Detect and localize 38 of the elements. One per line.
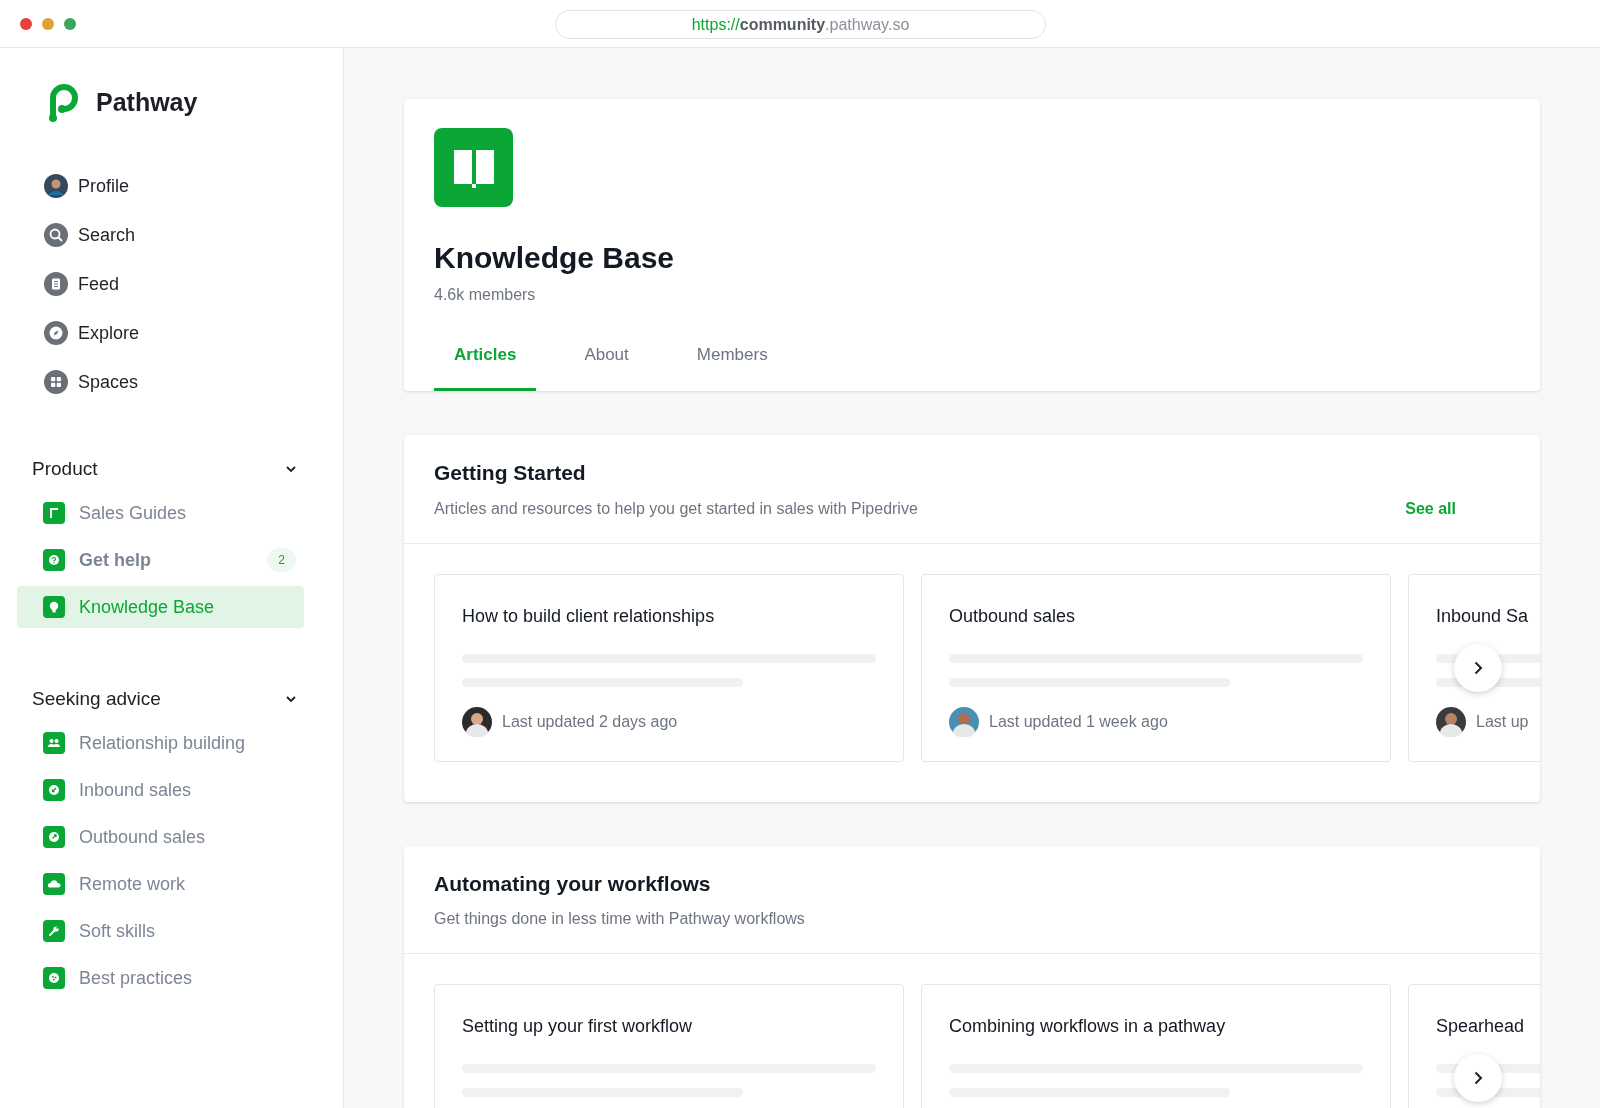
section-title: Automating your workflows (434, 870, 712, 897)
section-subtitle: Get things done in less time with Pathway workflows (434, 909, 805, 929)
section-title: Getting Started (434, 460, 587, 486)
nav-item[interactable]: Search (44, 223, 136, 247)
sidebar-item[interactable]: Relationship building (17, 722, 304, 764)
article-title: Spearhead (1436, 1015, 1526, 1038)
updated-text: Last updated 1 week ago (989, 711, 1168, 732)
brand-name: Pathway (96, 87, 198, 119)
space-title: Knowledge Base (434, 240, 676, 276)
sidebar-item[interactable]: Get help 2 (17, 539, 304, 581)
updated-text: Last up (1476, 711, 1529, 732)
sidebar-item[interactable]: Sales Guides (17, 492, 304, 534)
article-card[interactable]: Combining workflows in a pathway (921, 984, 1391, 1108)
nav-item[interactable]: Spaces (44, 370, 139, 394)
sidebar-item[interactable]: Outbound sales (17, 816, 304, 858)
nav-item[interactable]: Explore (44, 321, 140, 345)
sidebar-item[interactable]: Inbound sales (17, 769, 304, 811)
sidebar-item[interactable]: Best practices (17, 957, 304, 999)
nav-item[interactable]: Profile (44, 174, 130, 198)
article-title: Setting up your first workflow (462, 1015, 694, 1038)
article-card[interactable]: How to build client relationships Last updated 2 days ago (434, 573, 904, 762)
group-header[interactable]: Product (0, 455, 343, 483)
article-title: Combining workflows in a pathway (949, 1015, 1227, 1038)
nav-item[interactable]: Feed (44, 272, 120, 296)
article-title: Inbound Sa (1436, 604, 1530, 628)
count-badge: 2 (267, 548, 296, 572)
article-card[interactable]: Setting up your first workflow (434, 984, 904, 1108)
sidebar-item[interactable]: Remote work (17, 863, 304, 905)
updated-text: Last updated 2 days ago (502, 711, 678, 732)
sidebar-item[interactable]: Soft skills (17, 910, 304, 952)
group-header[interactable]: Seeking advice (0, 685, 343, 713)
tab[interactable]: Members (676, 321, 788, 391)
article-title: Outbound sales (949, 604, 1077, 628)
article-title: How to build client relationships (462, 604, 716, 628)
tab[interactable]: About (564, 321, 649, 391)
member-count: 4.6k members (434, 284, 537, 305)
article-card[interactable]: Outbound sales Last updated 1 week ago (921, 573, 1391, 762)
section-subtitle: Articles and resources to help you get started in sales with Pipedrive (434, 498, 918, 519)
